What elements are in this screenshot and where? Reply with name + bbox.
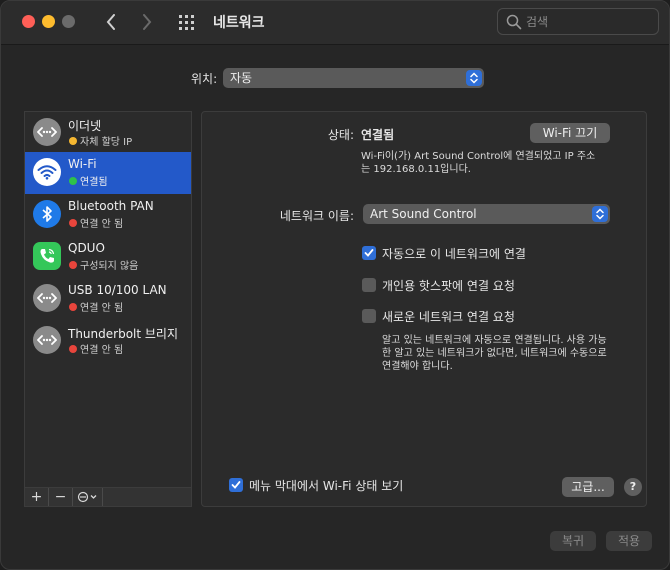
- auto-join-label: 자동으로 이 네트워크에 연결: [382, 247, 526, 261]
- show-all-button[interactable]: [177, 12, 199, 34]
- service-status: 연결 안 됨: [80, 303, 124, 314]
- service-status: 자체 할당 IP: [80, 137, 133, 148]
- service-name: Wi-Fi: [68, 157, 97, 171]
- checkmark-icon: [231, 481, 241, 489]
- revert-button[interactable]: 복귀: [550, 531, 596, 551]
- status-dot: [69, 303, 77, 311]
- grid-icon: [179, 15, 194, 30]
- ethernet-icon: [33, 284, 61, 312]
- service-list: 이더넷 자체 할당 IP Wi-Fi 연결됨 Bluetooth PAN 연결 …: [24, 111, 192, 507]
- network-preferences-window: 네트워크 위치: 자동 이더넷 자체 할당 IP: [0, 0, 670, 570]
- phone-icon: [33, 242, 61, 270]
- status-dot: [69, 345, 77, 353]
- hotspot-label: 개인용 핫스팟에 연결 요청: [382, 279, 515, 293]
- status-value: 연결됨: [361, 128, 395, 142]
- ask-new-networks-label: 새로운 네트워크 연결 요청: [382, 310, 515, 324]
- network-name-value: Art Sound Control: [370, 207, 477, 221]
- service-name: Bluetooth PAN: [68, 199, 154, 213]
- location-row: 위치: 자동: [1, 68, 669, 88]
- location-value: 자동: [230, 71, 253, 85]
- checkmark-icon: [364, 249, 374, 257]
- minimize-window-button[interactable]: [42, 15, 55, 28]
- status-dot: [69, 137, 77, 145]
- ask-new-networks-checkbox[interactable]: [362, 309, 376, 323]
- add-service-button[interactable]: +: [25, 488, 49, 506]
- zoom-window-button[interactable]: [62, 15, 75, 28]
- service-list-toolbar: + −: [24, 487, 192, 507]
- service-item-qduo[interactable]: QDUO 구성되지 않음: [25, 236, 191, 278]
- ask-new-networks-description: 알고 있는 네트워크에 자동으로 연결됩니다. 사용 가능한 알고 있는 네트워…: [382, 335, 607, 372]
- service-item-usb-lan[interactable]: USB 10/100 LAN 연결 안 됨: [25, 278, 191, 320]
- location-select[interactable]: 자동: [223, 68, 484, 88]
- search-field[interactable]: [497, 8, 659, 35]
- window-title: 네트워크: [213, 15, 265, 31]
- bluetooth-icon: [33, 200, 61, 228]
- close-window-button[interactable]: [22, 15, 35, 28]
- wifi-icon: [33, 158, 61, 186]
- service-item-wifi[interactable]: Wi-Fi 연결됨: [25, 152, 191, 194]
- service-actions-menu[interactable]: [73, 488, 103, 506]
- ethernet-icon: [33, 118, 61, 146]
- auto-join-checkbox[interactable]: [362, 246, 376, 260]
- show-wifi-in-menu-bar-checkbox[interactable]: [229, 478, 243, 492]
- status-dot: [69, 219, 77, 227]
- updown-arrow-icon: [466, 70, 482, 86]
- back-button[interactable]: [99, 10, 123, 34]
- chevron-left-icon: [106, 14, 115, 30]
- updown-arrow-icon: [592, 206, 608, 222]
- service-name: USB 10/100 LAN: [68, 283, 167, 297]
- status-dot: [69, 261, 77, 269]
- service-name: 이더넷: [68, 119, 102, 133]
- location-label: 위치:: [191, 72, 218, 86]
- service-status: 구성되지 않음: [80, 261, 139, 272]
- network-name-label: 네트워크 이름:: [279, 209, 354, 223]
- service-status: 연결 안 됨: [80, 219, 124, 230]
- ethernet-icon: [33, 326, 61, 354]
- service-item-thunderbolt-bridge[interactable]: Thunderbolt 브리지 연결 안 됨: [25, 320, 191, 362]
- service-status: 연결됨: [80, 177, 108, 188]
- more-options-icon: [77, 491, 96, 503]
- service-item-bluetooth-pan[interactable]: Bluetooth PAN 연결 안 됨: [25, 194, 191, 236]
- wifi-detail-panel: 상태: 연결됨 Wi-Fi 끄기 Wi-Fi이(가) Art Sound Con…: [201, 111, 647, 507]
- forward-button[interactable]: [135, 10, 159, 34]
- chevron-right-icon: [143, 14, 152, 30]
- network-name-select[interactable]: Art Sound Control: [363, 204, 610, 224]
- status-dot: [69, 177, 77, 185]
- wifi-off-button[interactable]: Wi-Fi 끄기: [530, 123, 610, 143]
- hotspot-checkbox[interactable]: [362, 278, 376, 292]
- status-description: Wi-Fi이(가) Art Sound Control에 연결되었고 IP 주소…: [361, 151, 596, 175]
- service-item-ethernet[interactable]: 이더넷 자체 할당 IP: [25, 112, 191, 154]
- service-name: QDUO: [68, 241, 105, 255]
- search-input[interactable]: [526, 12, 652, 31]
- search-icon: [506, 14, 522, 30]
- title-bar: 네트워크: [1, 1, 669, 45]
- service-status: 연결 안 됨: [80, 345, 124, 356]
- advanced-button[interactable]: 고급...: [562, 477, 614, 497]
- service-name: Thunderbolt 브리지: [68, 327, 179, 341]
- help-button[interactable]: ?: [624, 478, 642, 496]
- status-label: 상태:: [327, 128, 354, 142]
- apply-button[interactable]: 적용: [606, 531, 652, 551]
- show-wifi-in-menu-bar-label: 메뉴 막대에서 Wi-Fi 상태 보기: [249, 479, 404, 493]
- remove-service-button[interactable]: −: [49, 488, 73, 506]
